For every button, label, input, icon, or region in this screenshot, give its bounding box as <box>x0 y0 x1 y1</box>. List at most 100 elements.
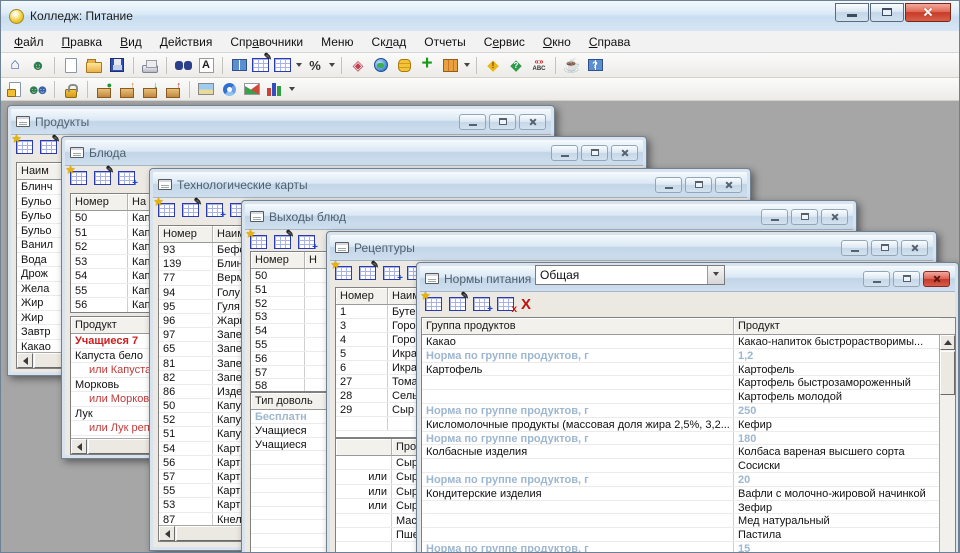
edit-record-icon[interactable]: ✎ <box>182 203 199 217</box>
column-header[interactable]: Продукт <box>734 318 940 335</box>
recipes-titlebar[interactable]: Рецептуры <box>330 235 933 261</box>
menu-item[interactable]: Правка <box>53 32 112 52</box>
home-icon[interactable]: ⌂ <box>5 55 25 75</box>
add-record-icon[interactable]: + <box>206 203 223 217</box>
box-send-icon[interactable]: ↑ <box>117 79 137 99</box>
close-button[interactable] <box>901 240 928 256</box>
column-header[interactable]: Группа продуктов <box>422 318 734 335</box>
table-row[interactable]: Пастила <box>422 528 955 542</box>
column-header[interactable]: Номер <box>251 252 305 269</box>
restore-button[interactable] <box>791 209 818 225</box>
new-record-icon[interactable]: ★ <box>335 266 352 280</box>
box-income-icon[interactable]: ↓ <box>140 79 160 99</box>
table-row[interactable]: Кисломолочные продукты (массовая доля жи… <box>422 418 955 432</box>
table-row[interactable]: Картофель молодой <box>422 390 955 404</box>
new-record-icon[interactable]: ★ <box>16 140 33 154</box>
edit-record-icon[interactable]: ✎ <box>40 140 57 154</box>
drink-icon[interactable]: ☕ <box>562 55 582 75</box>
box-outcome-icon[interactable]: ↑ <box>163 79 183 99</box>
scroll-thumb[interactable] <box>940 351 955 395</box>
combo-dropdown-button[interactable] <box>707 266 724 284</box>
question-icon[interactable]: ◆? <box>506 55 526 75</box>
menu-item[interactable]: Склад <box>363 32 416 52</box>
edit-record-icon[interactable]: ✎ <box>359 266 376 280</box>
scroll-up-button[interactable] <box>940 335 955 350</box>
menu-item[interactable]: Отчеты <box>415 32 474 52</box>
close-button[interactable] <box>923 271 950 287</box>
table-row[interactable]: Мед натуральный <box>422 514 955 528</box>
dishes-titlebar[interactable]: Блюда <box>65 140 643 166</box>
minimize-button[interactable] <box>841 240 868 256</box>
delete-record-icon[interactable]: х <box>497 297 514 311</box>
donut-chart-icon[interactable] <box>219 79 239 99</box>
minimize-button[interactable] <box>863 271 890 287</box>
techcards-titlebar[interactable]: Технологические карты <box>153 172 747 198</box>
minimize-button[interactable] <box>459 114 486 130</box>
new-record-icon[interactable]: ★ <box>250 235 267 249</box>
percent-icon[interactable]: % <box>305 55 325 75</box>
add-record-icon[interactable]: + <box>118 171 135 185</box>
menu-item[interactable]: Вид <box>111 32 151 52</box>
main-titlebar[interactable]: Колледж: Питание <box>1 1 959 31</box>
spellcheck-icon[interactable]: «»ABC <box>529 55 549 75</box>
menu-item[interactable]: Сервис <box>475 32 534 52</box>
warning-icon[interactable]: ◆! <box>483 55 503 75</box>
users-icon[interactable]: ☻ <box>28 55 48 75</box>
table-row[interactable]: Норма по группе продуктов, г250 <box>422 404 955 418</box>
restore-button[interactable] <box>581 145 608 161</box>
table-row[interactable]: Норма по группе продуктов, г180 <box>422 432 955 446</box>
products-titlebar[interactable]: Продукты <box>11 109 551 135</box>
menu-item[interactable]: Файл <box>5 32 53 52</box>
font-icon[interactable]: А <box>196 55 216 75</box>
find-icon[interactable] <box>173 55 193 75</box>
close-button[interactable] <box>821 209 848 225</box>
people-icon[interactable]: ☻☻ <box>28 79 48 99</box>
add-record-icon[interactable]: + <box>383 266 400 280</box>
catalogs-icon[interactable] <box>440 55 460 75</box>
menu-item[interactable]: Меню <box>312 32 362 52</box>
table-row[interactable]: Сосиски <box>422 459 955 473</box>
column-header[interactable] <box>336 439 392 456</box>
scroll-left-button[interactable] <box>71 439 87 454</box>
table-row[interactable]: КартофельКартофель <box>422 363 955 377</box>
menu-item[interactable]: Справочники <box>221 32 312 52</box>
new-record-icon[interactable]: ★ <box>70 171 87 185</box>
scroll-left-button[interactable] <box>17 353 33 368</box>
print-icon[interactable] <box>140 55 160 75</box>
menu-item[interactable]: Окно <box>534 32 580 52</box>
catalogs-dropdown[interactable] <box>464 63 470 70</box>
close-button[interactable] <box>519 114 546 130</box>
box-receive-icon[interactable]: ● <box>94 79 114 99</box>
open-folder-icon[interactable] <box>84 55 104 75</box>
close-button[interactable] <box>905 3 951 22</box>
percent-dropdown[interactable] <box>329 63 335 70</box>
save-icon[interactable] <box>107 55 127 75</box>
edit-record-icon[interactable]: ✎ <box>274 235 291 249</box>
book-icon[interactable] <box>229 55 249 75</box>
structure-icon[interactable]: ◈ <box>348 55 368 75</box>
add-record-icon[interactable]: + <box>298 235 315 249</box>
minimize-button[interactable] <box>835 3 869 22</box>
table-row[interactable]: КакаоКакао-напиток быстрорастворимы... <box>422 335 955 349</box>
outputs-titlebar[interactable]: Выходы блюд <box>245 204 853 230</box>
close-button[interactable] <box>715 177 742 193</box>
scroll-left-button[interactable] <box>159 526 175 541</box>
table-row[interactable]: Картофель быстрозамороженный <box>422 376 955 390</box>
edit-record-icon[interactable]: ✎ <box>94 171 111 185</box>
table-dropdown[interactable] <box>296 63 302 70</box>
table-icon[interactable] <box>272 55 292 75</box>
maximize-button[interactable] <box>870 3 904 22</box>
table-row[interactable]: Норма по группе продуктов, г20 <box>422 473 955 487</box>
new-record-icon[interactable]: ★ <box>158 203 175 217</box>
table-row[interactable]: Кондитерские изделияВафли с молочно-жиро… <box>422 487 955 501</box>
table-row[interactable]: Зефир <box>422 501 955 515</box>
minimize-button[interactable] <box>655 177 682 193</box>
vertical-scrollbar[interactable] <box>939 335 955 552</box>
menu-item[interactable]: Действия <box>151 32 222 52</box>
lock-icon[interactable] <box>61 79 81 99</box>
add-record-icon[interactable]: + <box>473 297 490 311</box>
restore-button[interactable] <box>871 240 898 256</box>
table-row[interactable]: Норма по группе продуктов, г15 <box>422 542 955 552</box>
column-header[interactable]: Номер <box>159 226 213 243</box>
help-book-icon[interactable]: ? <box>585 55 605 75</box>
